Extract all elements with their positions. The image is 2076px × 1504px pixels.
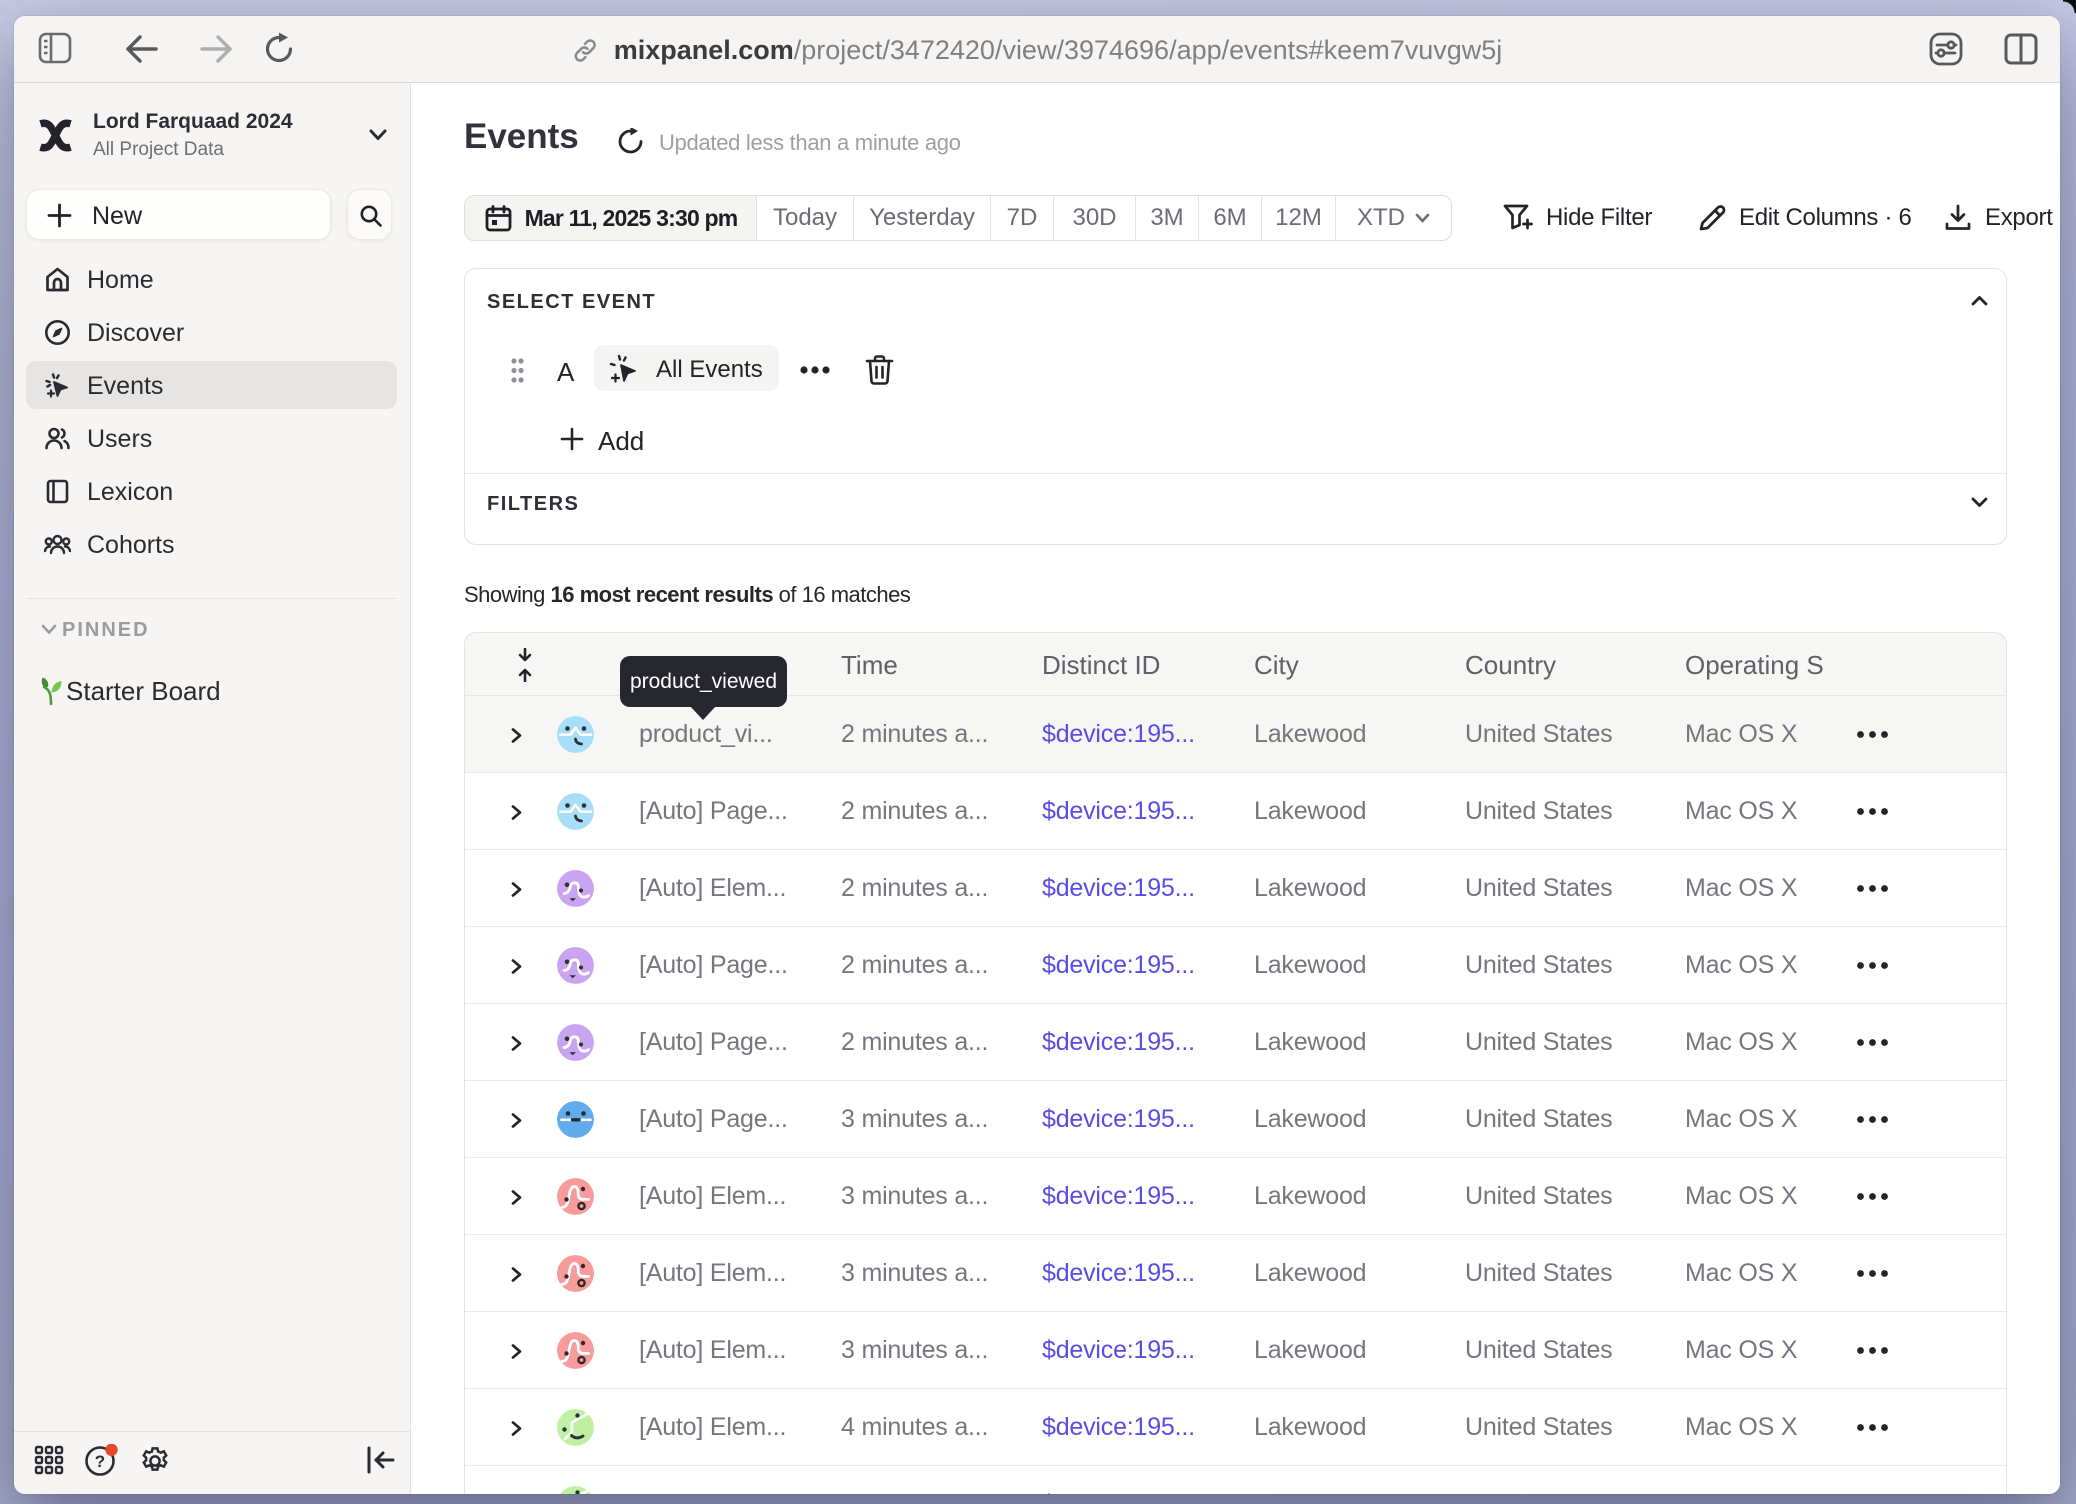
svg-text:?: ? xyxy=(95,1452,105,1471)
